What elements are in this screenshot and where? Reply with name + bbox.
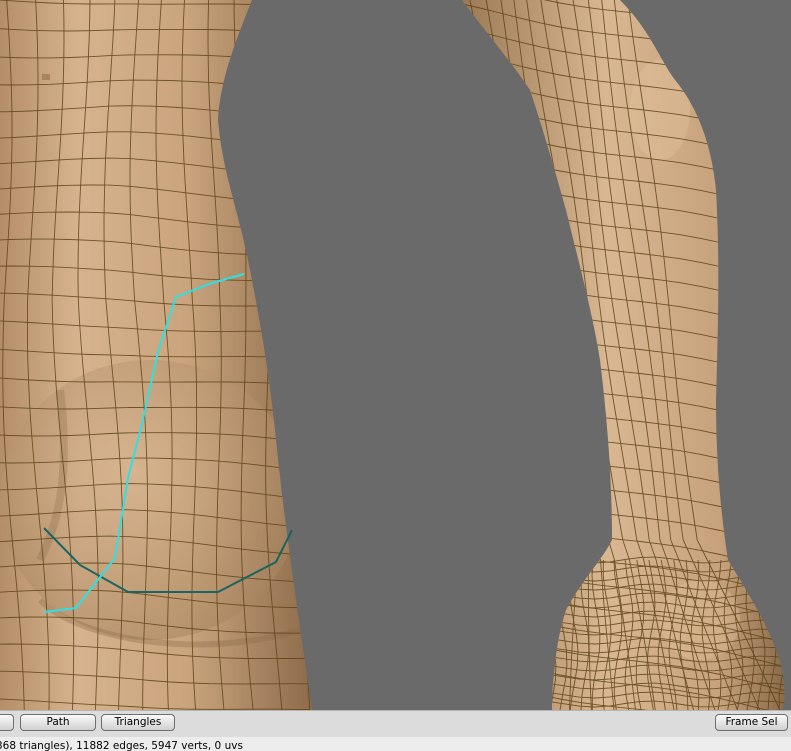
- viewport-canvas[interactable]: [0, 0, 791, 710]
- bottom-toolbar: Path Triangles Frame Sel: [0, 710, 791, 737]
- navel-mark: [42, 74, 50, 80]
- mesh-stats-text: 368 triangles), 11882 edges, 5947 verts,…: [0, 740, 243, 751]
- toolbar-left-button[interactable]: [0, 714, 14, 731]
- status-bar: 368 triangles), 11882 edges, 5947 verts,…: [0, 737, 791, 751]
- triangles-button[interactable]: Triangles: [101, 714, 175, 731]
- frame-sel-button[interactable]: Frame Sel: [715, 714, 788, 731]
- 3d-viewport[interactable]: [0, 0, 791, 710]
- path-button[interactable]: Path: [20, 714, 96, 731]
